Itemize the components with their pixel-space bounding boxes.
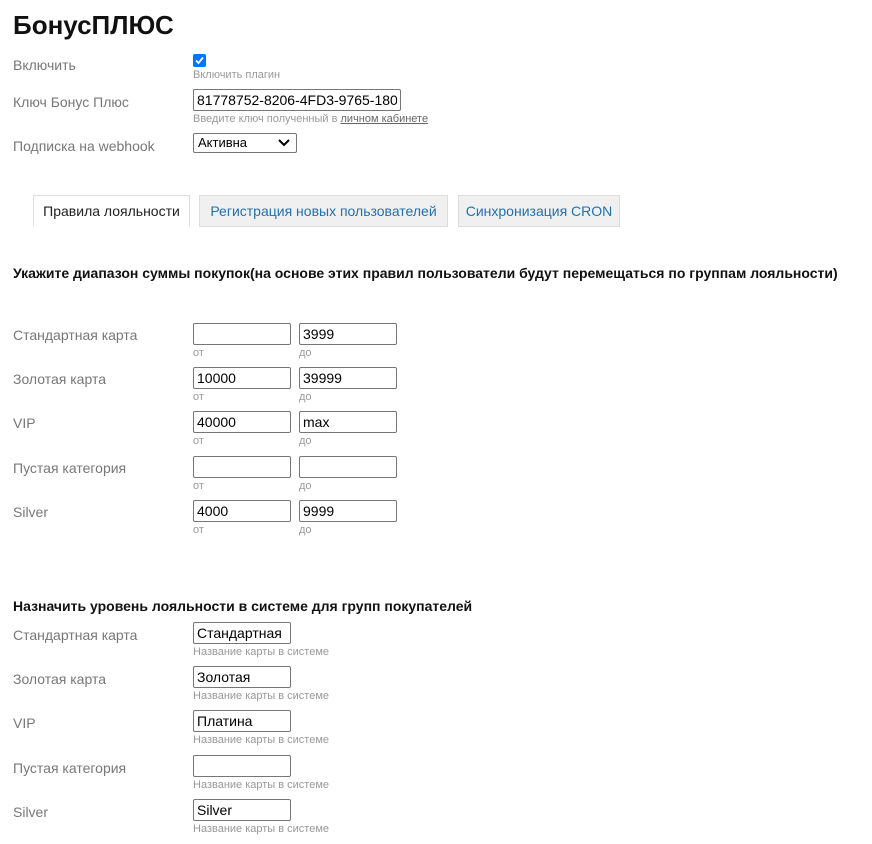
level-name-hint: Название карты в системе	[193, 734, 330, 746]
range-to-hint: до	[299, 524, 312, 536]
range-row-label: Silver	[13, 504, 49, 520]
page-title: БонусПЛЮС	[13, 10, 174, 40]
range-from-hint: от	[193, 347, 204, 359]
range-to-input[interactable]	[299, 411, 397, 433]
level-name-input[interactable]	[193, 799, 291, 821]
level-name-input[interactable]	[193, 666, 291, 688]
range-row-label: VIP	[13, 415, 36, 431]
range-from-hint: от	[193, 435, 204, 447]
range-row-label: Пустая категория	[13, 460, 127, 476]
range-to-hint: до	[299, 480, 312, 492]
range-from-hint: от	[193, 391, 204, 403]
range-from-input[interactable]	[193, 456, 291, 478]
level-name-input[interactable]	[193, 755, 291, 777]
level-row-label: Пустая категория	[13, 760, 127, 776]
key-hint-link[interactable]: личном кабинете	[341, 113, 429, 125]
level-row-label: Золотая карта	[13, 671, 106, 687]
checkmark-icon	[195, 56, 204, 65]
range-row-label: Стандартная карта	[13, 327, 138, 343]
range-to-input[interactable]	[299, 456, 397, 478]
webhook-select-value: Активна	[198, 135, 248, 150]
tab-loyalty-rules[interactable]: Правила лояльности	[33, 195, 190, 227]
enable-checkbox[interactable]	[193, 54, 206, 67]
level-row-label: Silver	[13, 804, 49, 820]
range-to-input[interactable]	[299, 367, 397, 389]
tab-new-users[interactable]: Регистрация новых пользователей	[199, 195, 448, 227]
range-from-input[interactable]	[193, 367, 291, 389]
level-name-hint: Название карты в системе	[193, 779, 330, 791]
level-name-hint: Название карты в системе	[193, 646, 330, 658]
range-to-hint: до	[299, 391, 312, 403]
range-from-input[interactable]	[193, 500, 291, 522]
ranges-heading: Укажите диапазон суммы покупок(на основе…	[13, 265, 838, 281]
key-hint: Введите ключ полученный в личном кабинет…	[193, 113, 428, 125]
webhook-select[interactable]: Активна	[193, 133, 297, 153]
levels-heading: Назначить уровень лояльности в системе д…	[13, 598, 473, 614]
enable-hint: Включить плагин	[193, 69, 281, 81]
key-label: Ключ Бонус Плюс	[13, 94, 129, 110]
range-to-input[interactable]	[299, 323, 397, 345]
enable-label: Включить	[13, 57, 76, 73]
tab-cron-sync[interactable]: Синхронизация CRON	[458, 195, 620, 227]
key-hint-text: Введите ключ полученный в	[193, 113, 338, 125]
level-name-input[interactable]	[193, 710, 291, 732]
range-to-hint: до	[299, 347, 312, 359]
key-input[interactable]	[193, 89, 401, 111]
range-to-hint: до	[299, 435, 312, 447]
chevron-down-icon	[278, 139, 290, 147]
range-from-input[interactable]	[193, 323, 291, 345]
level-row-label: Стандартная карта	[13, 627, 138, 643]
range-from-hint: от	[193, 524, 204, 536]
range-to-input[interactable]	[299, 500, 397, 522]
range-from-input[interactable]	[193, 411, 291, 433]
range-from-hint: от	[193, 480, 204, 492]
webhook-label: Подписка на webhook	[13, 138, 155, 154]
level-row-label: VIP	[13, 715, 36, 731]
range-row-label: Золотая карта	[13, 371, 106, 387]
level-name-hint: Название карты в системе	[193, 690, 330, 702]
level-name-hint: Название карты в системе	[193, 823, 330, 835]
level-name-input[interactable]	[193, 622, 291, 644]
